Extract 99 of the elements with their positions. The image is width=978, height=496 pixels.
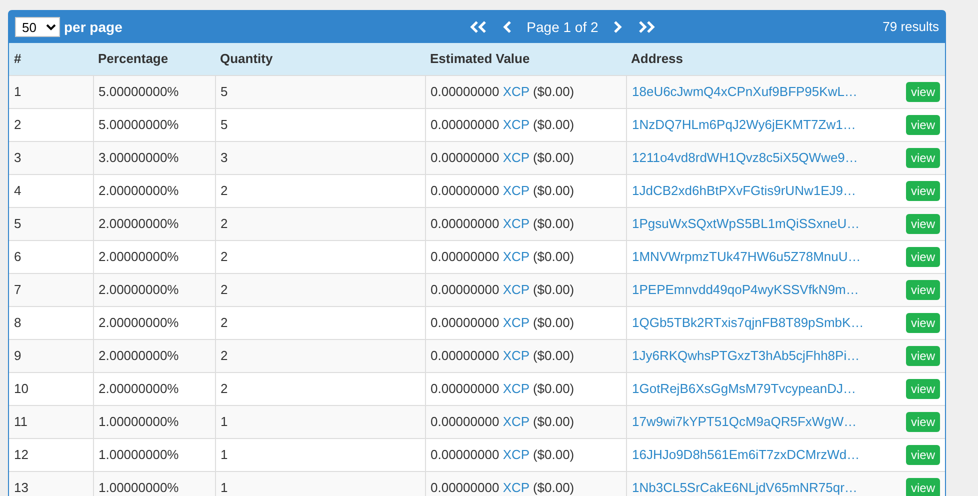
value-amount: 0.00000000 <box>430 314 500 330</box>
column-header: # <box>9 43 93 75</box>
usd-value: ($0.00) <box>532 182 574 198</box>
view-button[interactable]: view <box>906 412 940 432</box>
quantity-cell: 2 <box>215 207 425 240</box>
address-link[interactable]: 17w9wi7kYPT51QcM9aQR5FxWgW… <box>632 412 857 432</box>
view-button[interactable]: view <box>906 313 940 333</box>
percentage-cell: 1.00000000% <box>93 405 215 438</box>
value-amount: 0.00000000 <box>430 84 500 99</box>
usd-value: ($0.00) <box>532 314 574 330</box>
quantity-cell: 3 <box>215 141 425 174</box>
address-link[interactable]: 1Jy6RKQwhsPTGxzT3hAb5cjFhh8Pi… <box>632 346 860 366</box>
address-link[interactable]: 1Nb3CL5SrCakE6NLjdV65mNR75qr… <box>632 478 858 496</box>
row-number: 5 <box>9 207 93 240</box>
column-header: Estimated Value <box>425 43 626 75</box>
asset-link[interactable]: XCP <box>502 480 530 495</box>
quantity-cell: 5 <box>215 75 425 108</box>
row-number: 3 <box>9 141 93 174</box>
view-button[interactable]: view <box>906 445 940 465</box>
page-indicator: Page 1 of 2 <box>526 18 598 37</box>
column-header: Quantity <box>215 43 425 75</box>
asset-link[interactable]: XCP <box>502 446 530 462</box>
next-page-button[interactable] <box>612 20 622 34</box>
value-amount: 0.00000000 <box>430 282 500 297</box>
value-amount: 0.00000000 <box>430 348 500 363</box>
asset-link[interactable]: XCP <box>502 216 530 231</box>
value-amount: 0.00000000 <box>430 480 500 495</box>
asset-link[interactable]: XCP <box>502 150 530 165</box>
column-header: Percentage <box>93 43 215 75</box>
quantity-cell: 1 <box>215 405 425 438</box>
percentage-cell: 2.00000000% <box>93 273 215 306</box>
percentage-cell: 2.00000000% <box>93 339 215 372</box>
quantity-cell: 2 <box>215 339 425 372</box>
asset-link[interactable]: XCP <box>502 380 530 396</box>
per-page-select[interactable]: 50 <box>15 17 60 37</box>
row-number: 9 <box>9 339 93 372</box>
address-link[interactable]: 1NzDQ7HLm6PqJ2Wy6jEKMT7Zw1… <box>632 115 856 135</box>
view-button[interactable]: view <box>906 115 940 135</box>
percentage-cell: 2.00000000% <box>93 207 215 240</box>
view-button[interactable]: view <box>906 379 940 399</box>
percentage-cell: 1.00000000% <box>93 471 215 496</box>
view-button[interactable]: view <box>906 346 940 366</box>
row-number: 7 <box>9 273 93 306</box>
usd-value: ($0.00) <box>532 446 574 462</box>
asset-link[interactable]: XCP <box>502 248 530 264</box>
view-button[interactable]: view <box>906 214 940 234</box>
address-link[interactable]: 1PgsuWxSQxtWpS5BL1mQiSSxneU… <box>632 214 860 234</box>
row-number: 11 <box>9 405 93 438</box>
usd-value: ($0.00) <box>532 348 574 363</box>
column-header: Address <box>626 43 945 75</box>
view-button[interactable]: view <box>906 280 940 300</box>
first-page-button[interactable] <box>468 20 489 34</box>
usd-value: ($0.00) <box>532 150 574 165</box>
address-link[interactable]: 1211o4vd8rdWH1Qvz8c5iX5QWwe9… <box>632 148 858 168</box>
results-count: 79 results <box>882 18 939 36</box>
value-amount: 0.00000000 <box>430 248 500 264</box>
address-link[interactable]: 1QGb5TBk2RTxis7qjnFB8T89pSmbK… <box>632 313 864 333</box>
previous-page-button[interactable] <box>502 20 513 34</box>
address-link[interactable]: 1MNVWrpmzTUk47HW6u5Z78MnuU… <box>632 247 861 267</box>
asset-link[interactable]: XCP <box>502 314 530 330</box>
per-page-label: per page <box>64 18 122 37</box>
view-button[interactable]: view <box>906 82 940 102</box>
address-link[interactable]: 1GotRejB6XsGgMsM79TvcypeanDJ… <box>632 379 856 399</box>
view-button[interactable]: view <box>906 478 940 496</box>
usd-value: ($0.00) <box>532 480 574 495</box>
quantity-cell: 2 <box>215 273 425 306</box>
asset-link[interactable]: XCP <box>502 282 530 297</box>
asset-link[interactable]: XCP <box>502 348 530 363</box>
view-button[interactable]: view <box>906 247 940 267</box>
address-link[interactable]: 1JdCB2xd6hBtPXvFGtis9rUNw1EJ9… <box>632 181 856 201</box>
usd-value: ($0.00) <box>532 414 574 429</box>
view-button[interactable]: view <box>906 181 940 201</box>
value-amount: 0.00000000 <box>430 116 500 132</box>
percentage-cell: 3.00000000% <box>93 141 215 174</box>
quantity-cell: 1 <box>215 471 425 496</box>
last-page-button[interactable] <box>636 20 656 34</box>
view-button[interactable]: view <box>906 148 940 168</box>
asset-link[interactable]: XCP <box>502 84 530 99</box>
asset-link[interactable]: XCP <box>502 414 530 429</box>
address-link[interactable]: 18eU6cJwmQ4xCPnXuf9BFP95KwL… <box>632 82 858 102</box>
value-amount: 0.00000000 <box>430 446 500 462</box>
value-amount: 0.00000000 <box>430 182 500 198</box>
usd-value: ($0.00) <box>532 116 574 132</box>
value-amount: 0.00000000 <box>430 150 500 165</box>
usd-value: ($0.00) <box>532 380 574 396</box>
usd-value: ($0.00) <box>532 282 574 297</box>
row-number: 1 <box>9 75 93 108</box>
value-amount: 0.00000000 <box>430 380 500 396</box>
address-link[interactable]: 16JHJo9D8h561Em6iT7zxDCMrzWd… <box>632 445 860 465</box>
usd-value: ($0.00) <box>532 84 574 99</box>
percentage-cell: 5.00000000% <box>93 75 215 108</box>
row-number: 13 <box>9 471 93 496</box>
usd-value: ($0.00) <box>532 216 574 231</box>
usd-value: ($0.00) <box>532 248 574 264</box>
value-amount: 0.00000000 <box>430 216 500 231</box>
address-link[interactable]: 1PEPEmnvdd49qoP4wyKSSVfkN9m… <box>632 280 859 300</box>
asset-link[interactable]: XCP <box>502 116 530 132</box>
value-amount: 0.00000000 <box>430 414 500 429</box>
asset-link[interactable]: XCP <box>502 182 530 198</box>
